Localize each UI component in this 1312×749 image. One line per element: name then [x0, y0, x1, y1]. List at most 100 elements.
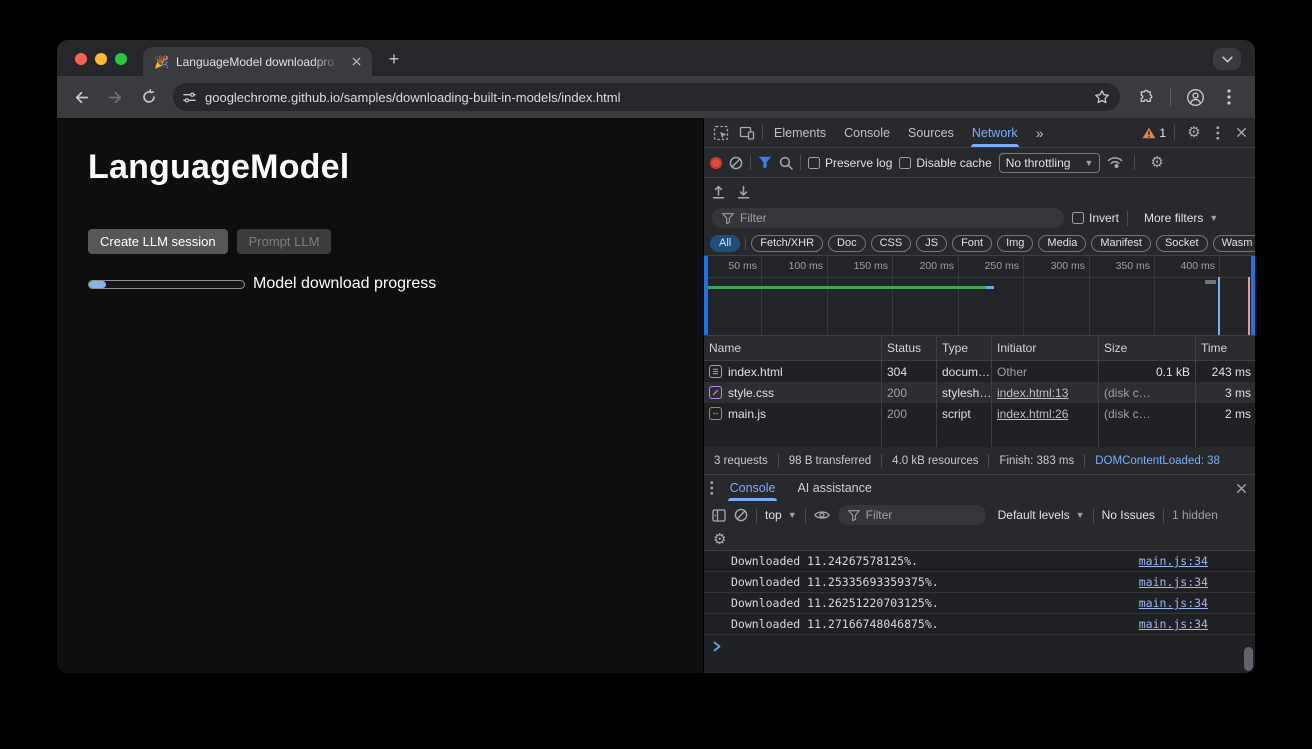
source-link[interactable]: main.js:34 [1139, 596, 1208, 610]
network-conditions-icon[interactable] [1107, 156, 1123, 169]
source-link[interactable]: main.js:34 [1139, 617, 1208, 631]
live-expression-eye-icon[interactable] [814, 509, 830, 521]
close-tab-icon[interactable] [348, 54, 364, 70]
devtools-menu-icon[interactable] [1209, 126, 1227, 140]
console-message[interactable]: Downloaded 11.24267578125%. main.js:34 [704, 551, 1255, 572]
chip-socket[interactable]: Socket [1156, 235, 1208, 252]
table-row[interactable]: main.js 200 script index.html:26 (disk c… [704, 403, 1255, 424]
log-levels-select[interactable]: Default levels ▼ [998, 508, 1085, 522]
forward-button[interactable] [99, 81, 131, 113]
table-row[interactable]: index.html 304 docum… Other 0.1 kB 243 m… [704, 361, 1255, 382]
network-overview-timeline[interactable]: 50 ms 100 ms 150 ms 200 ms 250 ms 300 ms… [704, 256, 1255, 336]
chip-media[interactable]: Media [1038, 235, 1086, 252]
chip-wasm[interactable]: Wasm [1213, 235, 1255, 252]
overview-right-handle[interactable] [1251, 256, 1255, 335]
reload-button[interactable] [133, 81, 165, 113]
console-message[interactable]: Downloaded 11.27166748046875%. main.js:3… [704, 614, 1255, 635]
devtools-close-icon[interactable] [1231, 127, 1251, 138]
checkbox-icon[interactable] [899, 157, 911, 169]
table-row[interactable]: style.css 200 stylesh… index.html:13 (di… [704, 382, 1255, 403]
browser-toolbar: googlechrome.github.io/samples/downloadi… [57, 76, 1255, 118]
record-network-log-icon[interactable] [710, 157, 722, 169]
checkbox-icon[interactable] [1072, 212, 1084, 224]
bookmark-star-icon[interactable] [1094, 89, 1110, 105]
url-text[interactable]: googlechrome.github.io/samples/downloadi… [205, 90, 1086, 105]
initiator-link[interactable]: index.html:13 [997, 386, 1068, 400]
col-name[interactable]: Name [704, 336, 882, 360]
inspect-element-icon[interactable] [710, 125, 732, 141]
new-tab-button[interactable]: + [382, 47, 406, 71]
chip-manifest[interactable]: Manifest [1091, 235, 1151, 252]
browser-tab[interactable]: 🎉 LanguageModel downloadpro [143, 47, 372, 76]
warnings-badge[interactable]: 1 [1142, 126, 1166, 140]
context-select[interactable]: top ▼ [765, 508, 797, 522]
maximize-window-button[interactable] [115, 53, 127, 65]
model-download-progress-bar [88, 280, 245, 289]
tab-title: LanguageModel downloadpro [176, 55, 341, 69]
preserve-log-checkbox[interactable]: Preserve log [808, 156, 892, 170]
chip-font[interactable]: Font [952, 235, 992, 252]
throttling-select[interactable]: No throttling ▼ [999, 153, 1101, 173]
chip-img[interactable]: Img [997, 235, 1033, 252]
col-size[interactable]: Size [1099, 336, 1196, 360]
issues-counter[interactable]: No Issues [1102, 508, 1155, 522]
console-message[interactable]: Downloaded 11.25335693359375%. main.js:3… [704, 572, 1255, 593]
source-link[interactable]: main.js:34 [1139, 575, 1208, 589]
devtools-settings-icon[interactable]: ⚙ [1183, 125, 1205, 140]
network-filter-input[interactable]: Filter [712, 208, 1064, 228]
device-toolbar-icon[interactable] [736, 125, 758, 141]
overview-left-handle[interactable] [704, 256, 708, 335]
browser-menu-button[interactable] [1213, 81, 1245, 113]
tab-search-button[interactable] [1213, 48, 1241, 70]
console-prompt[interactable] [704, 635, 1255, 657]
checkbox-icon[interactable] [808, 157, 820, 169]
drawer-tab-ai-assistance[interactable]: AI assistance [791, 475, 877, 501]
more-tabs-icon[interactable]: » [1029, 118, 1051, 147]
chip-js[interactable]: JS [916, 235, 947, 252]
col-type[interactable]: Type [937, 336, 992, 360]
drawer-menu-icon[interactable] [710, 481, 714, 495]
import-har-icon[interactable] [712, 185, 725, 199]
source-link[interactable]: main.js:34 [1139, 554, 1208, 568]
col-initiator[interactable]: Initiator [992, 336, 1099, 360]
profile-button[interactable] [1179, 81, 1211, 113]
back-button[interactable] [65, 81, 97, 113]
clear-console-icon[interactable] [734, 508, 748, 522]
filter-toggle-icon[interactable] [758, 156, 772, 169]
hidden-messages-count[interactable]: 1 hidden [1172, 508, 1218, 522]
search-icon[interactable] [779, 156, 793, 170]
console-filter-input[interactable]: Filter [838, 505, 986, 525]
export-har-icon[interactable] [737, 185, 750, 199]
console-message[interactable]: Downloaded 11.26251220703125%. main.js:3… [704, 593, 1255, 614]
tab-network[interactable]: Network [965, 118, 1025, 147]
network-settings-icon[interactable]: ⚙ [1150, 155, 1163, 170]
chip-doc[interactable]: Doc [828, 235, 866, 252]
extensions-button[interactable] [1130, 81, 1162, 113]
more-filters-button[interactable]: More filters ▼ [1144, 211, 1218, 225]
tab-sources[interactable]: Sources [901, 118, 961, 147]
finish-time: Finish: 383 ms [999, 455, 1074, 467]
drawer-tab-bar: Console AI assistance [704, 475, 1255, 501]
col-status[interactable]: Status [882, 336, 937, 360]
tab-console[interactable]: Console [837, 118, 897, 147]
tab-elements[interactable]: Elements [767, 118, 833, 147]
drawer-tab-console[interactable]: Console [724, 475, 782, 501]
minimize-window-button[interactable] [95, 53, 107, 65]
site-settings-icon[interactable] [182, 90, 197, 105]
url-bar[interactable]: googlechrome.github.io/samples/downloadi… [173, 83, 1120, 111]
chip-css[interactable]: CSS [871, 235, 912, 252]
console-sidebar-icon[interactable] [712, 509, 726, 522]
clear-network-log-icon[interactable] [729, 156, 743, 170]
disable-cache-checkbox[interactable]: Disable cache [899, 156, 991, 170]
console-settings-icon[interactable]: ⚙ [713, 532, 726, 547]
initiator-link[interactable]: index.html:26 [997, 407, 1068, 421]
close-window-button[interactable] [75, 53, 87, 65]
console-scrollbar-thumb[interactable] [1244, 647, 1253, 671]
col-time[interactable]: Time [1196, 336, 1255, 360]
drawer-close-icon[interactable] [1236, 483, 1247, 494]
invert-checkbox[interactable]: Invert [1072, 211, 1119, 225]
caret-down-icon: ▼ [1084, 158, 1093, 168]
create-llm-session-button[interactable]: Create LLM session [88, 229, 228, 254]
chip-all[interactable]: All [710, 235, 740, 252]
chip-fetch-xhr[interactable]: Fetch/XHR [751, 235, 823, 252]
